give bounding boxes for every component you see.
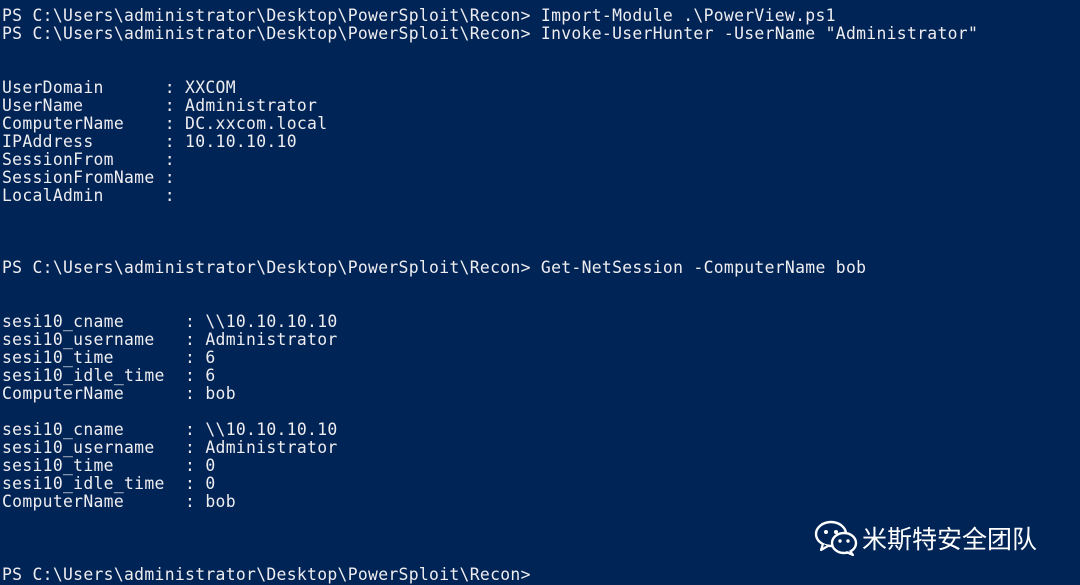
console-line-prompt-get-netsession: PS C:\Users\administrator\Desktop\PowerS… — [2, 258, 867, 277]
console-line-prompt-invoke: PS C:\Users\administrator\Desktop\PowerS… — [2, 24, 979, 43]
watermark-text: 米斯特安全团队 — [862, 525, 1038, 554]
console-line-session1-username: sesi10_username : Administrator — [2, 330, 338, 349]
console-line-prompt-final: PS C:\Users\administrator\Desktop\PowerS… — [2, 565, 531, 584]
console-line-session-from-name: SessionFromName : — [2, 168, 175, 187]
console-line-session2-cname: sesi10_cname : \\10.10.10.10 — [2, 420, 338, 439]
console-line-prompt-import: PS C:\Users\administrator\Desktop\PowerS… — [2, 6, 836, 25]
console-line-computer-name: ComputerName : DC.xxcom.local — [2, 114, 328, 133]
powershell-console[interactable]: PS C:\Users\administrator\Desktop\PowerS… — [0, 0, 1080, 585]
console-line-session1-computer: ComputerName : bob — [2, 384, 236, 403]
console-line-ip-address: IPAddress : 10.10.10.10 — [2, 132, 297, 151]
console-line-session2-idle-time: sesi10_idle_time : 0 — [2, 474, 216, 493]
watermark: 米斯特安全团队 — [814, 518, 1037, 558]
console-line-user-name: UserName : Administrator — [2, 96, 318, 115]
console-line-session1-time: sesi10_time : 6 — [2, 348, 216, 367]
console-line-local-admin: LocalAdmin : — [2, 186, 175, 205]
console-line-session1-idle-time: sesi10_idle_time : 6 — [2, 366, 216, 385]
console-line-session-from: SessionFrom : — [2, 150, 175, 169]
wechat-icon — [814, 520, 858, 557]
console-line-session1-cname: sesi10_cname : \\10.10.10.10 — [2, 312, 338, 331]
console-line-session2-time: sesi10_time : 0 — [2, 456, 216, 475]
console-line-session2-username: sesi10_username : Administrator — [2, 438, 338, 457]
console-line-session2-computer: ComputerName : bob — [2, 492, 236, 511]
console-line-user-domain: UserDomain : XXCOM — [2, 78, 236, 97]
